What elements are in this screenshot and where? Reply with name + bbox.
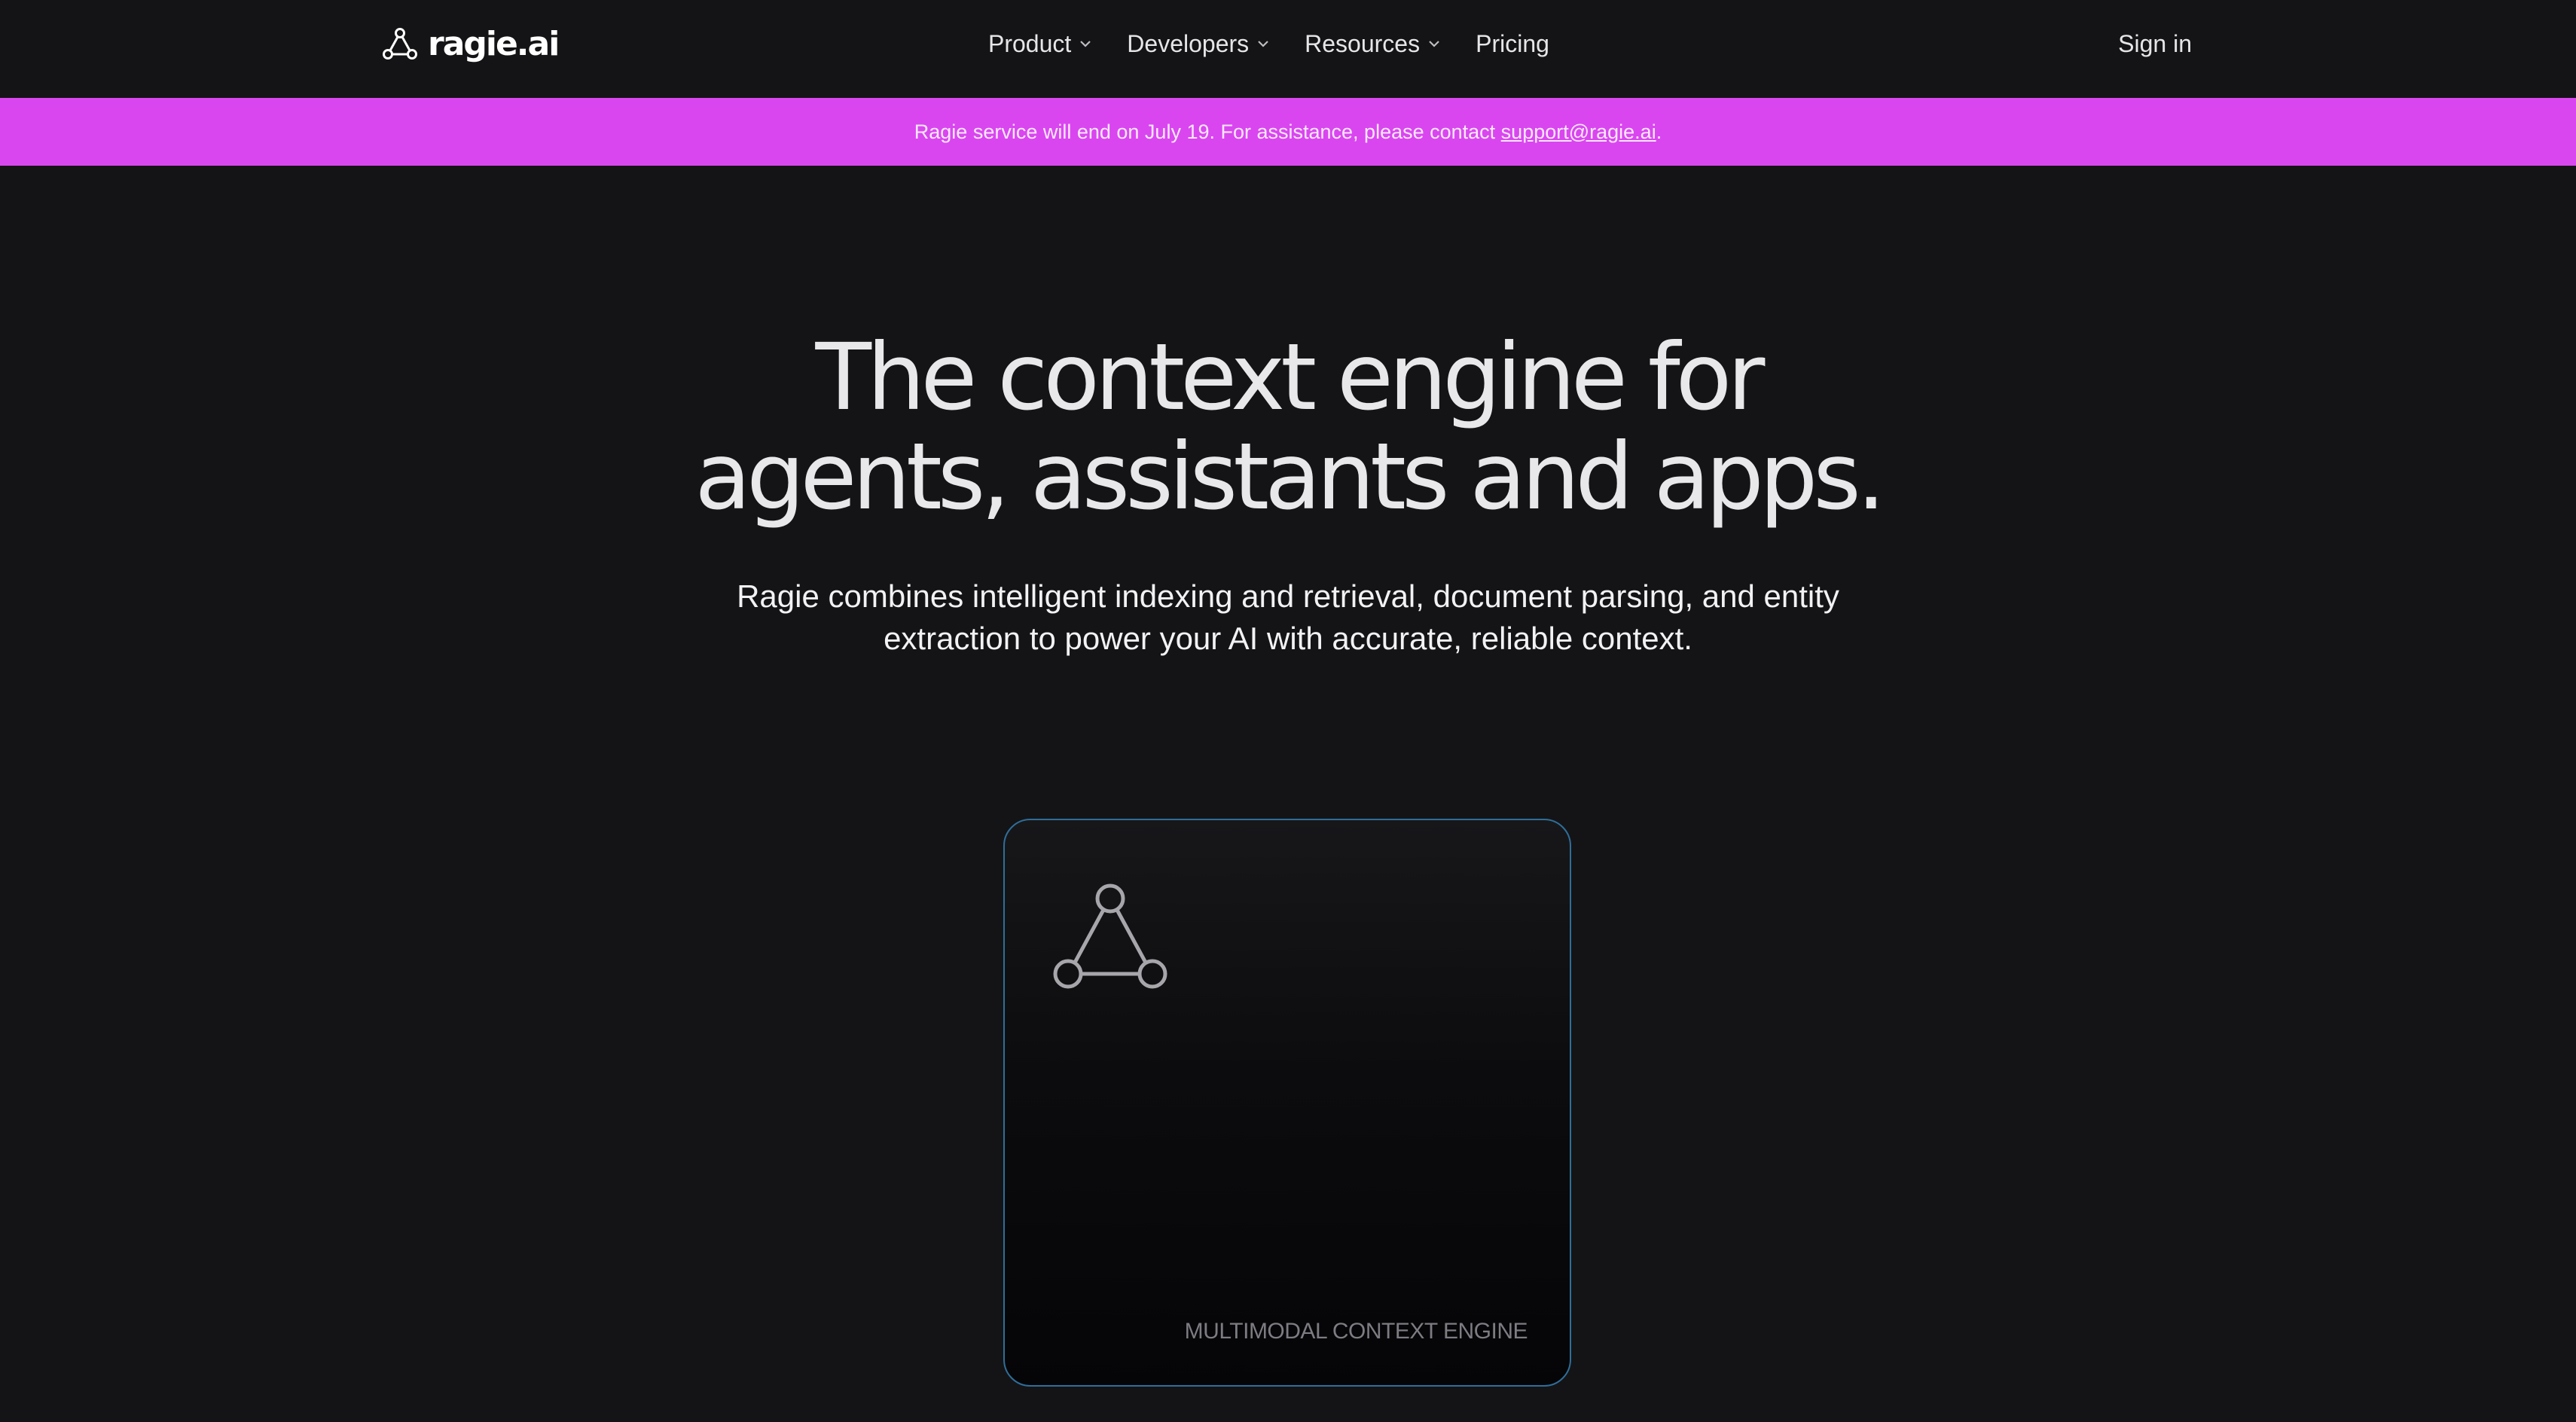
hero-subtitle-line-1: Ragie combines intelligent indexing and … [737,578,1839,614]
hero-title-line-1: The context engine for [815,324,1766,431]
banner-text: Ragie service will end on July 19. For a… [914,120,1501,143]
hero-subtitle: Ragie combines intelligent indexing and … [0,575,2576,660]
nav-item-resources[interactable]: Resources [1305,30,1441,58]
nav-item-label: Developers [1127,29,1250,57]
triangle-nodes-icon [1050,880,1170,997]
hero-title: The context engine for agents, assistant… [0,328,2576,526]
context-engine-card: MULTIMODAL CONTEXT ENGINE [1003,819,1571,1387]
logo-text: ragie.ai [428,24,560,63]
hero-title-line-2: agents, assistants and apps. [694,423,1885,530]
nav-item-pricing[interactable]: Pricing [1476,30,1549,58]
sign-in-link[interactable]: Sign in [2118,23,2192,65]
nav-item-label: Resources [1305,29,1421,57]
logo-link[interactable]: ragie.ai [383,23,560,65]
main-nav: Product Developers Resources Pricing [988,23,1549,65]
chevron-down-icon [1427,39,1441,48]
nav-item-label: Product [988,29,1072,57]
card-label: MULTIMODAL CONTEXT ENGINE [1184,1319,1528,1344]
chevron-down-icon [1256,39,1270,48]
banner-text-end: . [1656,120,1662,143]
nav-item-product[interactable]: Product [988,30,1092,58]
ragie-logo-icon [383,28,417,60]
chevron-down-icon [1079,39,1092,48]
nav-item-label: Pricing [1476,29,1549,57]
support-email-link[interactable]: support@ragie.ai [1501,121,1656,144]
hero-subtitle-line-2: extraction to power your AI with accurat… [884,621,1692,656]
top-navbar: ragie.ai Product Developers Resources Pr… [0,0,2576,98]
service-notice-banner: Ragie service will end on July 19. For a… [0,98,2576,166]
nav-item-developers[interactable]: Developers [1127,30,1270,58]
